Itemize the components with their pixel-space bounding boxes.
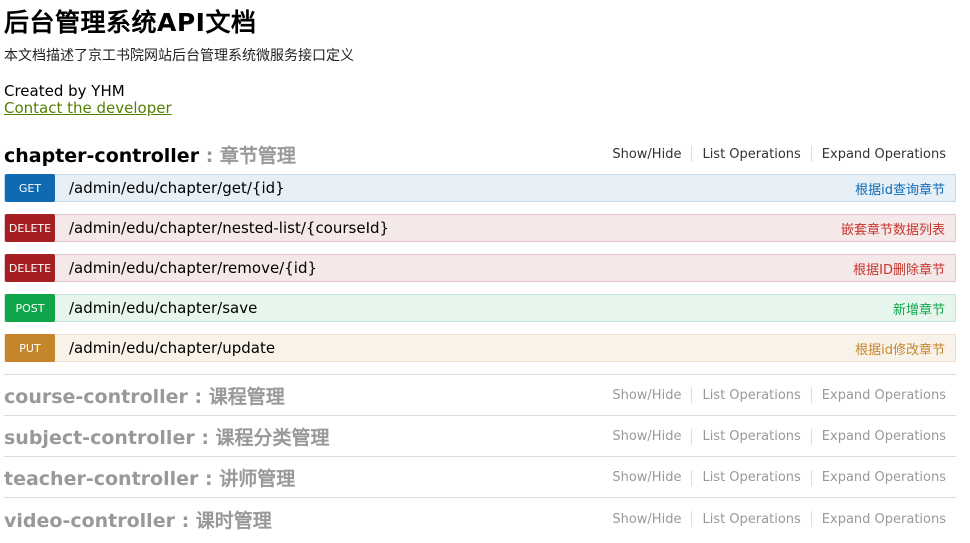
method-badge-delete[interactable]: DELETE	[5, 254, 55, 282]
resource-description: 课程管理	[208, 385, 285, 408]
method-badge-post[interactable]: POST	[5, 294, 55, 322]
show-hide-link[interactable]: Show/Hide	[602, 388, 691, 403]
resource-name[interactable]: teacher-controller	[4, 468, 198, 490]
resource-title[interactable]: video-controller : 课时管理	[4, 506, 272, 533]
show-hide-link[interactable]: Show/Hide	[602, 512, 691, 527]
operation-path[interactable]: /admin/edu/chapter/get/{id}	[69, 179, 855, 197]
operation-path[interactable]: /admin/edu/chapter/save	[69, 299, 893, 317]
operation-summary[interactable]: 根据ID删除章节	[853, 259, 945, 278]
resource-title[interactable]: chapter-controller : 章节管理	[4, 141, 296, 168]
resource-name[interactable]: subject-controller	[4, 427, 195, 449]
list-operations-link[interactable]: List Operations	[692, 388, 810, 403]
expand-operations-link[interactable]: Expand Operations	[812, 388, 956, 403]
show-hide-link[interactable]: Show/Hide	[602, 147, 691, 162]
resource-name[interactable]: course-controller	[4, 386, 188, 408]
resource-separator: :	[187, 385, 209, 408]
resource-links: Show/Hide List Operations Expand Operati…	[602, 511, 956, 527]
method-badge-delete[interactable]: DELETE	[5, 214, 55, 242]
resource-chapter-controller: chapter-controller : 章节管理 Show/Hide List…	[4, 139, 956, 169]
resource-video-controller: video-controller : 课时管理 Show/Hide List O…	[4, 497, 956, 540]
resource-description: 章节管理	[219, 144, 296, 167]
operation-summary[interactable]: 根据id查询章节	[855, 179, 945, 198]
resource-description: 课时管理	[195, 509, 272, 532]
resource-subject-controller: subject-controller : 课程分类管理 Show/Hide Li…	[4, 415, 956, 457]
show-hide-link[interactable]: Show/Hide	[602, 470, 691, 485]
list-operations-link[interactable]: List Operations	[692, 470, 810, 485]
resource-links: Show/Hide List Operations Expand Operati…	[602, 469, 956, 486]
resource-separator: :	[174, 509, 196, 532]
resource-links: Show/Hide List Operations Expand Operati…	[602, 387, 956, 403]
resource-title[interactable]: course-controller : 课程管理	[4, 382, 285, 409]
method-badge-put[interactable]: PUT	[5, 334, 55, 362]
resource-course-controller: course-controller : 课程管理 Show/Hide List …	[4, 374, 956, 415]
operation-summary[interactable]: 新增章节	[893, 299, 945, 318]
list-operations-link[interactable]: List Operations	[692, 429, 810, 444]
operation-row[interactable]: DELETE /admin/edu/chapter/nested-list/{c…	[4, 214, 956, 242]
created-by: Created by YHM	[4, 82, 125, 100]
operation-summary[interactable]: 嵌套章节数据列表	[841, 219, 945, 238]
resource-name[interactable]: video-controller	[4, 510, 175, 532]
list-operations-link[interactable]: List Operations	[692, 512, 810, 527]
operation-path[interactable]: /admin/edu/chapter/update	[69, 339, 855, 357]
resource-teacher-controller: teacher-controller : 讲师管理 Show/Hide List…	[4, 456, 956, 498]
expand-operations-link[interactable]: Expand Operations	[812, 470, 956, 485]
resource-separator: :	[194, 427, 216, 449]
resource-name[interactable]: chapter-controller	[4, 145, 199, 167]
resource-links: Show/Hide List Operations Expand Operati…	[602, 146, 956, 162]
operation-row[interactable]: POST /admin/edu/chapter/save 新增章节	[4, 294, 956, 322]
api-info: 后台管理系统API文档 本文档描述了京工书院网站后台管理系统微服务接口定义 Cr…	[4, 0, 954, 117]
contact-developer-link[interactable]: Contact the developer	[4, 100, 954, 117]
resource-description: 讲师管理	[219, 468, 296, 490]
resource-separator: :	[198, 468, 220, 490]
page-title: 后台管理系统API文档	[4, 8, 257, 37]
operation-row[interactable]: DELETE /admin/edu/chapter/remove/{id} 根据…	[4, 254, 956, 282]
expand-operations-link[interactable]: Expand Operations	[812, 429, 956, 444]
resource-separator: :	[199, 144, 220, 167]
method-badge-get[interactable]: GET	[5, 174, 55, 202]
list-operations-link[interactable]: List Operations	[692, 147, 810, 162]
operation-path[interactable]: /admin/edu/chapter/remove/{id}	[69, 259, 853, 277]
operation-row[interactable]: PUT /admin/edu/chapter/update 根据id修改章节	[4, 334, 956, 362]
api-description: 本文档描述了京工书院网站后台管理系统微服务接口定义	[4, 48, 354, 64]
expand-operations-link[interactable]: Expand Operations	[812, 512, 956, 527]
expand-operations-link[interactable]: Expand Operations	[812, 147, 956, 162]
resource-links: Show/Hide List Operations Expand Operati…	[602, 428, 956, 445]
operation-summary[interactable]: 根据id修改章节	[855, 339, 945, 358]
resource-title[interactable]: teacher-controller : 讲师管理	[4, 464, 295, 491]
show-hide-link[interactable]: Show/Hide	[602, 429, 691, 444]
operation-row[interactable]: GET /admin/edu/chapter/get/{id} 根据id查询章节	[4, 174, 956, 202]
operation-path[interactable]: /admin/edu/chapter/nested-list/{courseId…	[69, 219, 841, 237]
resource-description: 课程分类管理	[215, 427, 330, 449]
resource-title[interactable]: subject-controller : 课程分类管理	[4, 423, 330, 450]
